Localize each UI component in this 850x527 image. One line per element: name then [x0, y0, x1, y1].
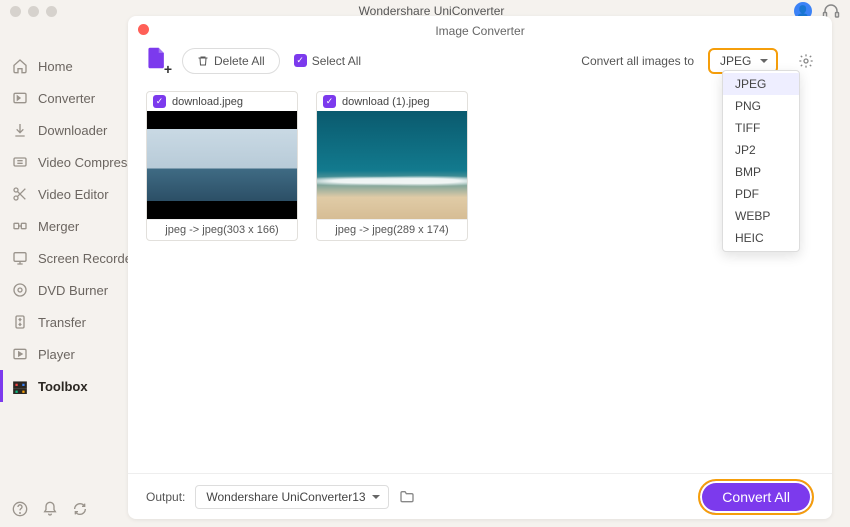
- sidebar-item-player[interactable]: Player: [0, 338, 128, 370]
- home-icon: [12, 58, 28, 74]
- delete-all-button[interactable]: Delete All: [182, 48, 280, 74]
- output-path-select[interactable]: Wondershare UniConverter13: [195, 485, 388, 509]
- toolbox-icon: [12, 378, 28, 394]
- sidebar-item-dvd-burner[interactable]: DVD Burner: [0, 274, 128, 306]
- delete-all-label: Delete All: [214, 54, 265, 68]
- thumbnail-info: jpeg -> jpeg(303 x 166): [147, 219, 297, 240]
- format-option-jp2[interactable]: JP2: [723, 139, 799, 161]
- format-dropdown-menu: JPEGPNGTIFFJP2BMPPDFWEBPHEIC: [722, 70, 800, 252]
- sidebar-item-video-compress[interactable]: Video Compress: [0, 146, 128, 178]
- check-icon[interactable]: ✓: [153, 95, 166, 108]
- select-all-checkbox[interactable]: ✓ Select All: [294, 54, 361, 68]
- thumbnail-info: jpeg -> jpeg(289 x 174): [317, 219, 467, 240]
- format-option-pdf[interactable]: PDF: [723, 183, 799, 205]
- convert-to-label: Convert all images to: [581, 54, 694, 68]
- merger-icon: [12, 218, 28, 234]
- gear-icon[interactable]: [798, 53, 814, 69]
- convert-all-button[interactable]: Convert All: [698, 479, 814, 515]
- sidebar-item-label: Video Compress: [38, 155, 134, 170]
- format-option-heic[interactable]: HEIC: [723, 227, 799, 249]
- format-selected-value: JPEG: [720, 54, 751, 68]
- sidebar-item-home[interactable]: Home: [0, 50, 128, 82]
- transfer-icon: [12, 314, 28, 330]
- format-option-tiff[interactable]: TIFF: [723, 117, 799, 139]
- sync-icon[interactable]: [72, 501, 88, 517]
- sidebar-item-label: Screen Recorder: [38, 251, 136, 266]
- thumbnail-card[interactable]: ✓ download.jpeg jpeg -> jpeg(303 x 166): [146, 91, 298, 241]
- dvd-icon: [12, 282, 28, 298]
- sidebar-item-label: Transfer: [38, 315, 86, 330]
- converter-icon: [12, 90, 28, 106]
- folder-icon[interactable]: [399, 489, 415, 505]
- main-panel: Image Converter + Delete All ✓ Select Al…: [128, 16, 832, 519]
- sidebar-item-video-editor[interactable]: Video Editor: [0, 178, 128, 210]
- format-option-jpeg[interactable]: JPEG: [723, 73, 799, 95]
- sidebar-item-label: DVD Burner: [38, 283, 108, 298]
- sidebar: Home Converter Downloader Video Compress Vid…: [0, 22, 128, 527]
- sidebar-item-label: Video Editor: [38, 187, 109, 202]
- thumbnail-image: [147, 111, 297, 219]
- thumbnail-card[interactable]: ✓ download (1).jpeg jpeg -> jpeg(289 x 174…: [316, 91, 468, 241]
- sidebar-item-transfer[interactable]: Transfer: [0, 306, 128, 338]
- check-icon[interactable]: ✓: [323, 95, 336, 108]
- sidebar-item-converter[interactable]: Converter: [0, 82, 128, 114]
- sidebar-item-label: Home: [38, 59, 73, 74]
- check-icon: ✓: [294, 54, 307, 67]
- sidebar-item-merger[interactable]: Merger: [0, 210, 128, 242]
- thumbnail-filename: download.jpeg: [172, 96, 291, 108]
- window-traffic-lights[interactable]: [10, 6, 57, 17]
- select-all-label: Select All: [312, 54, 361, 68]
- format-option-bmp[interactable]: BMP: [723, 161, 799, 183]
- screen-icon: [12, 250, 28, 266]
- format-option-png[interactable]: PNG: [723, 95, 799, 117]
- sidebar-item-label: Converter: [38, 91, 95, 106]
- sidebar-item-label: Downloader: [38, 123, 107, 138]
- player-icon: [12, 346, 28, 362]
- trash-icon: [197, 55, 209, 67]
- sidebar-item-label: Toolbox: [38, 379, 88, 394]
- compress-icon: [12, 154, 28, 170]
- add-file-icon[interactable]: +: [146, 46, 168, 75]
- thumbnail-image: [317, 111, 467, 219]
- sidebar-item-screen-recorder[interactable]: Screen Recorder: [0, 242, 128, 274]
- output-path-value: Wondershare UniConverter13: [206, 490, 365, 504]
- thumbnail-filename: download (1).jpeg: [342, 96, 461, 108]
- close-panel-button[interactable]: [138, 24, 149, 35]
- downloader-icon: [12, 122, 28, 138]
- output-label: Output:: [146, 490, 185, 504]
- bell-icon[interactable]: [42, 501, 58, 517]
- sidebar-item-toolbox[interactable]: Toolbox: [0, 370, 128, 402]
- panel-title: Image Converter: [128, 16, 832, 38]
- sidebar-item-label: Merger: [38, 219, 79, 234]
- sidebar-item-label: Player: [38, 347, 75, 362]
- sidebar-item-downloader[interactable]: Downloader: [0, 114, 128, 146]
- help-icon[interactable]: [12, 501, 28, 517]
- format-option-webp[interactable]: WEBP: [723, 205, 799, 227]
- scissors-icon: [12, 186, 28, 202]
